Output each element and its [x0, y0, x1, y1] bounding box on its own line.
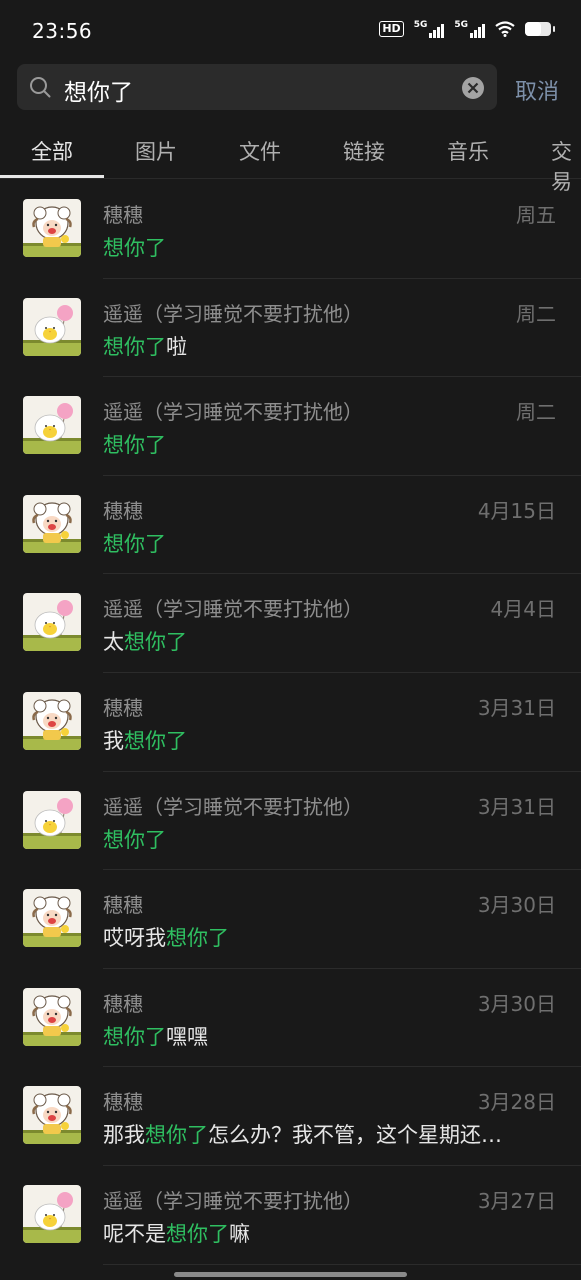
- message-snippet: 那我想你了怎么办？我不管，这个星期还…: [103, 1119, 502, 1149]
- avatar[interactable]: [23, 1086, 81, 1145]
- contact-name: 遥遥（学习睡觉不要打扰他）: [103, 301, 363, 326]
- match-highlight: 想你了: [166, 926, 229, 951]
- search-results: 穗穗 周五 想你了 遥遥（学习睡觉不要打扰他） 周二 想你了啦 遥遥（学习睡觉不要打扰他…: [0, 180, 581, 1265]
- match-highlight: 想你了: [103, 827, 166, 852]
- status-bar: 23:56 HD 5G 5G: [0, 0, 581, 60]
- avatar[interactable]: [23, 987, 81, 1046]
- message-date: 3月30日: [477, 991, 556, 1016]
- match-highlight: 想你了: [103, 531, 166, 556]
- message-snippet: 想你了: [103, 232, 166, 262]
- message-snippet: 太想你了: [103, 626, 187, 656]
- snippet-prefix: 我: [103, 728, 124, 753]
- tab-active-indicator: [0, 175, 104, 178]
- message-date: 4月4日: [490, 597, 556, 622]
- signal-icon: 5G: [414, 20, 445, 38]
- filter-tabs: 全部 图片 文件 链接 音乐 交易: [0, 122, 581, 194]
- result-row[interactable]: 穗穗 周五想你了: [0, 180, 581, 279]
- match-highlight: 想你了: [124, 728, 187, 753]
- contact-name: 穗穗: [103, 1090, 143, 1115]
- contact-name: 遥遥（学习睡觉不要打扰他）: [103, 597, 363, 622]
- snippet-suffix: 怎么办？我不管，这个星期还…: [208, 1123, 502, 1148]
- wifi-icon: [495, 21, 515, 37]
- result-row[interactable]: 遥遥（学习睡觉不要打扰他） 周二想你了啦: [0, 279, 581, 378]
- message-date: 周二: [516, 301, 556, 326]
- avatar[interactable]: [23, 494, 81, 553]
- avatar[interactable]: [23, 1184, 81, 1243]
- contact-name: 穗穗: [103, 498, 143, 523]
- message-snippet: 想你了啦: [103, 331, 187, 361]
- result-row[interactable]: 穗穗 3月30日哎呀我想你了: [0, 870, 581, 969]
- snippet-suffix: 嘛: [229, 1221, 250, 1246]
- message-snippet: 想你了: [103, 824, 166, 854]
- avatar[interactable]: [23, 889, 81, 948]
- result-row[interactable]: 穗穗 3月31日我想你了: [0, 673, 581, 772]
- message-snippet: 哎呀我想你了: [103, 922, 229, 952]
- battery-icon: [525, 22, 555, 36]
- avatar[interactable]: [23, 297, 81, 356]
- contact-name: 遥遥（学习睡觉不要打扰他）: [103, 1188, 363, 1213]
- match-highlight: 想你了: [103, 1024, 166, 1049]
- signal-icon-2: 5G: [454, 20, 485, 38]
- message-date: 周二: [516, 400, 556, 425]
- message-snippet: 我想你了: [103, 725, 187, 755]
- cancel-button[interactable]: 取消: [515, 74, 559, 106]
- snippet-suffix: 啦: [166, 334, 187, 359]
- result-row[interactable]: 穗穗 3月30日想你了嘿嘿: [0, 969, 581, 1068]
- snippet-prefix: 呢不是: [103, 1221, 166, 1246]
- match-highlight: 想你了: [145, 1123, 208, 1148]
- message-snippet: 呢不是想你了嘛: [103, 1218, 250, 1248]
- match-highlight: 想你了: [103, 334, 166, 359]
- search-input[interactable]: 想你了: [17, 64, 497, 110]
- match-highlight: 想你了: [124, 630, 187, 655]
- contact-name: 穗穗: [103, 203, 143, 227]
- contact-name: 穗穗: [103, 893, 143, 918]
- message-date: 周五: [516, 203, 556, 227]
- tab-music[interactable]: 音乐: [447, 136, 489, 166]
- snippet-prefix: 太: [103, 630, 124, 655]
- contact-name: 遥遥（学习睡觉不要打扰他）: [103, 400, 363, 425]
- avatar[interactable]: [23, 691, 81, 750]
- message-snippet: 想你了: [103, 429, 166, 459]
- match-highlight: 想你了: [166, 1221, 229, 1246]
- avatar[interactable]: [23, 790, 81, 849]
- snippet-prefix: 那我: [103, 1123, 145, 1148]
- home-indicator[interactable]: [174, 1272, 407, 1277]
- snippet-suffix: 嘿嘿: [166, 1024, 208, 1049]
- status-icons: HD 5G 5G: [379, 20, 555, 38]
- search-icon: [30, 77, 51, 98]
- result-row[interactable]: 遥遥（学习睡觉不要打扰他） 3月31日想你了: [0, 772, 581, 871]
- contact-name: 穗穗: [103, 991, 143, 1016]
- clear-icon[interactable]: [461, 76, 485, 100]
- result-row[interactable]: 遥遥（学习睡觉不要打扰他） 3月27日呢不是想你了嘛: [0, 1166, 581, 1265]
- message-snippet: 想你了嘿嘿: [103, 1021, 208, 1051]
- result-row[interactable]: 遥遥（学习睡觉不要打扰他） 周二想你了: [0, 377, 581, 476]
- hd-icon: HD: [379, 21, 404, 37]
- tab-images[interactable]: 图片: [135, 136, 177, 166]
- avatar[interactable]: [23, 199, 81, 257]
- tab-links[interactable]: 链接: [343, 136, 385, 166]
- search-query: 想你了: [64, 80, 133, 106]
- tab-all[interactable]: 全部: [31, 136, 73, 166]
- message-date: 3月27日: [477, 1188, 556, 1213]
- message-snippet: 想你了: [103, 528, 166, 558]
- message-date: 3月31日: [477, 794, 556, 819]
- result-row[interactable]: 穗穗 4月15日想你了: [0, 476, 581, 575]
- search-row: 想你了 取消: [17, 64, 581, 110]
- message-date: 3月28日: [477, 1090, 556, 1115]
- result-row[interactable]: 穗穗 3月28日那我想你了怎么办？我不管，这个星期还…: [0, 1067, 581, 1166]
- message-date: 4月15日: [477, 498, 556, 523]
- row-divider: [103, 1263, 581, 1265]
- message-date: 3月31日: [477, 695, 556, 720]
- contact-name: 遥遥（学习睡觉不要打扰他）: [103, 794, 363, 819]
- message-date: 3月30日: [477, 893, 556, 918]
- status-time: 23:56: [32, 19, 93, 43]
- snippet-prefix: 哎呀我: [103, 926, 166, 951]
- match-highlight: 想你了: [103, 433, 166, 458]
- tab-files[interactable]: 文件: [239, 136, 281, 166]
- avatar[interactable]: [23, 396, 81, 455]
- result-row[interactable]: 遥遥（学习睡觉不要打扰他） 4月4日太想你了: [0, 574, 581, 673]
- match-highlight: 想你了: [103, 236, 166, 260]
- contact-name: 穗穗: [103, 695, 143, 720]
- avatar[interactable]: [23, 593, 81, 652]
